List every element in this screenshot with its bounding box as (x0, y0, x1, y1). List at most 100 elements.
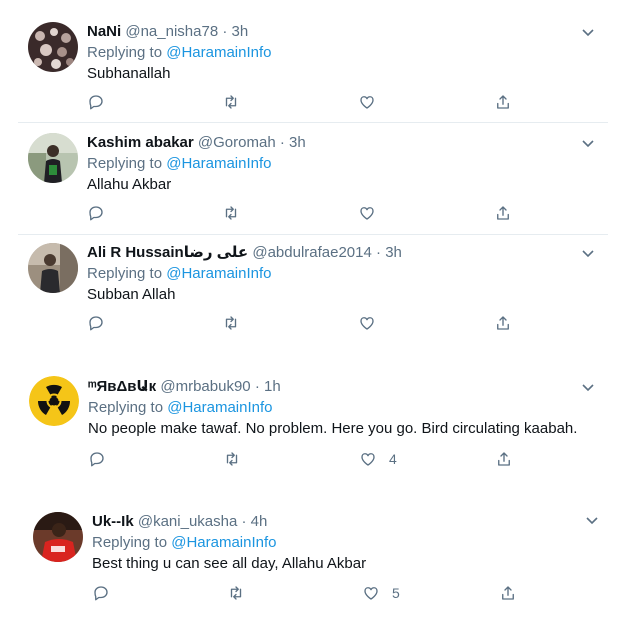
like-icon (360, 207, 374, 220)
reply-text: Best thing u can see all day, Allahu Akb… (92, 555, 367, 572)
chevron-down-icon[interactable] (578, 377, 598, 397)
action-bar (87, 203, 517, 223)
retweet-icon (225, 95, 237, 109)
share-icon (497, 316, 509, 330)
display-name[interactable]: ᵐЯвΔвԱк (88, 378, 156, 395)
reply-button[interactable] (92, 583, 110, 603)
avatar[interactable] (28, 133, 78, 183)
mention-link[interactable]: @HaramainInfo (167, 399, 272, 416)
retweet-button[interactable] (222, 92, 240, 112)
retweet-icon (226, 452, 238, 466)
retweet-button[interactable] (222, 313, 240, 333)
reply-header: NaNi @na_nisha78 · 3h (87, 22, 248, 42)
replying-to: Replying to @HaramainInfo (87, 43, 272, 63)
like-icon (360, 317, 374, 330)
like-button[interactable]: 5 (362, 583, 400, 603)
reply-button[interactable] (87, 92, 105, 112)
like-count: 5 (392, 585, 400, 601)
reply-header: ᵐЯвΔвԱк @mrbabuk90 · 1h (88, 377, 281, 397)
like-button[interactable] (358, 203, 388, 223)
replying-to: Replying to @HaramainInfo (88, 398, 273, 418)
separator-dot: · (279, 134, 285, 151)
timestamp[interactable]: 3h (232, 23, 249, 40)
replying-label: Replying to (87, 265, 163, 282)
avatar[interactable] (33, 512, 83, 562)
retweet-button[interactable] (222, 203, 240, 223)
display-name[interactable]: Kashim abakar (87, 134, 194, 151)
replying-label: Replying to (87, 44, 163, 61)
replying-label: Replying to (92, 534, 168, 551)
share-button[interactable] (494, 203, 512, 223)
like-icon (361, 453, 375, 466)
timestamp[interactable]: 4h (251, 513, 268, 530)
reply-icon (89, 316, 103, 331)
mention-link[interactable]: @HaramainInfo (166, 44, 271, 61)
like-button[interactable]: 4 (359, 449, 397, 469)
action-bar: 5 (92, 583, 522, 603)
reply-text: No people make tawaf. No problem. Here y… (88, 420, 578, 437)
avatar[interactable] (29, 376, 79, 426)
share-icon (497, 206, 509, 220)
like-button[interactable] (358, 92, 388, 112)
user-handle[interactable]: @na_nisha78 (125, 23, 218, 40)
display-name[interactable]: Uk--Ik (92, 513, 134, 530)
like-count: 4 (389, 451, 397, 467)
timestamp[interactable]: 1h (264, 378, 281, 395)
reply-header: Kashim abakar @Goromah · 3h (87, 133, 306, 153)
mention-link[interactable]: @HaramainInfo (166, 155, 271, 172)
retweet-icon (225, 206, 237, 220)
reply-icon (89, 95, 103, 110)
reply-item[interactable]: Ali R Hussainعلی رضا @abdulrafae2014 · 3… (0, 235, 628, 350)
timestamp[interactable]: 3h (385, 244, 402, 261)
reply-text: Subban Allah (87, 286, 176, 303)
reply-button[interactable] (87, 313, 105, 333)
retweet-button[interactable] (223, 449, 241, 469)
action-bar: 4 (88, 449, 518, 469)
reply-header: Ali R Hussainعلی رضا @abdulrafae2014 · 3… (87, 243, 402, 263)
share-button[interactable] (495, 449, 513, 469)
reply-item[interactable]: Kashim abakar @Goromah · 3h Replying to … (0, 123, 628, 234)
avatar[interactable] (28, 22, 78, 72)
reply-icon (89, 206, 103, 221)
share-button[interactable] (494, 92, 512, 112)
like-icon (364, 587, 378, 600)
mention-link[interactable]: @HaramainInfo (171, 534, 276, 551)
user-handle[interactable]: @Goromah (198, 134, 276, 151)
retweet-button[interactable] (227, 583, 245, 603)
like-button[interactable] (358, 313, 388, 333)
reply-header: Uk--Ik @kani_ukasha · 4h (92, 512, 267, 532)
chevron-down-icon[interactable] (578, 22, 598, 42)
reply-icon (94, 586, 108, 601)
reply-item[interactable]: NaNi @na_nisha78 · 3h Replying to @Haram… (0, 0, 628, 122)
separator-dot: · (254, 378, 260, 395)
replying-to: Replying to @HaramainInfo (87, 154, 272, 174)
share-button[interactable] (499, 583, 517, 603)
avatar[interactable] (28, 243, 78, 293)
reply-item[interactable]: Uk--Ik @kani_ukasha · 4h Replying to @Ha… (0, 480, 628, 620)
separator-dot: · (241, 513, 247, 530)
display-name[interactable]: Ali R Hussainعلی رضا (87, 244, 248, 261)
action-bar (87, 92, 517, 112)
reply-button[interactable] (88, 449, 106, 469)
display-name[interactable]: NaNi (87, 23, 121, 40)
replying-label: Replying to (87, 155, 163, 172)
share-button[interactable] (494, 313, 512, 333)
reply-icon (90, 452, 104, 467)
separator-dot: · (222, 23, 228, 40)
user-handle[interactable]: @mrbabuk90 (160, 378, 250, 395)
user-handle[interactable]: @abdulrafae2014 (252, 244, 372, 261)
reply-text: Allahu Akbar (87, 176, 172, 193)
share-icon (502, 586, 514, 600)
reply-button[interactable] (87, 203, 105, 223)
timestamp[interactable]: 3h (289, 134, 306, 151)
reply-item[interactable]: ᵐЯвΔвԱк @mrbabuk90 · 1h Replying to @Har… (0, 350, 628, 480)
share-icon (497, 95, 509, 109)
action-bar (87, 313, 517, 333)
chevron-down-icon[interactable] (582, 510, 602, 530)
separator-dot: · (376, 244, 382, 261)
replying-to: Replying to @HaramainInfo (92, 533, 277, 553)
chevron-down-icon[interactable] (578, 243, 598, 263)
mention-link[interactable]: @HaramainInfo (166, 265, 271, 282)
chevron-down-icon[interactable] (578, 133, 598, 153)
user-handle[interactable]: @kani_ukasha (138, 513, 237, 530)
